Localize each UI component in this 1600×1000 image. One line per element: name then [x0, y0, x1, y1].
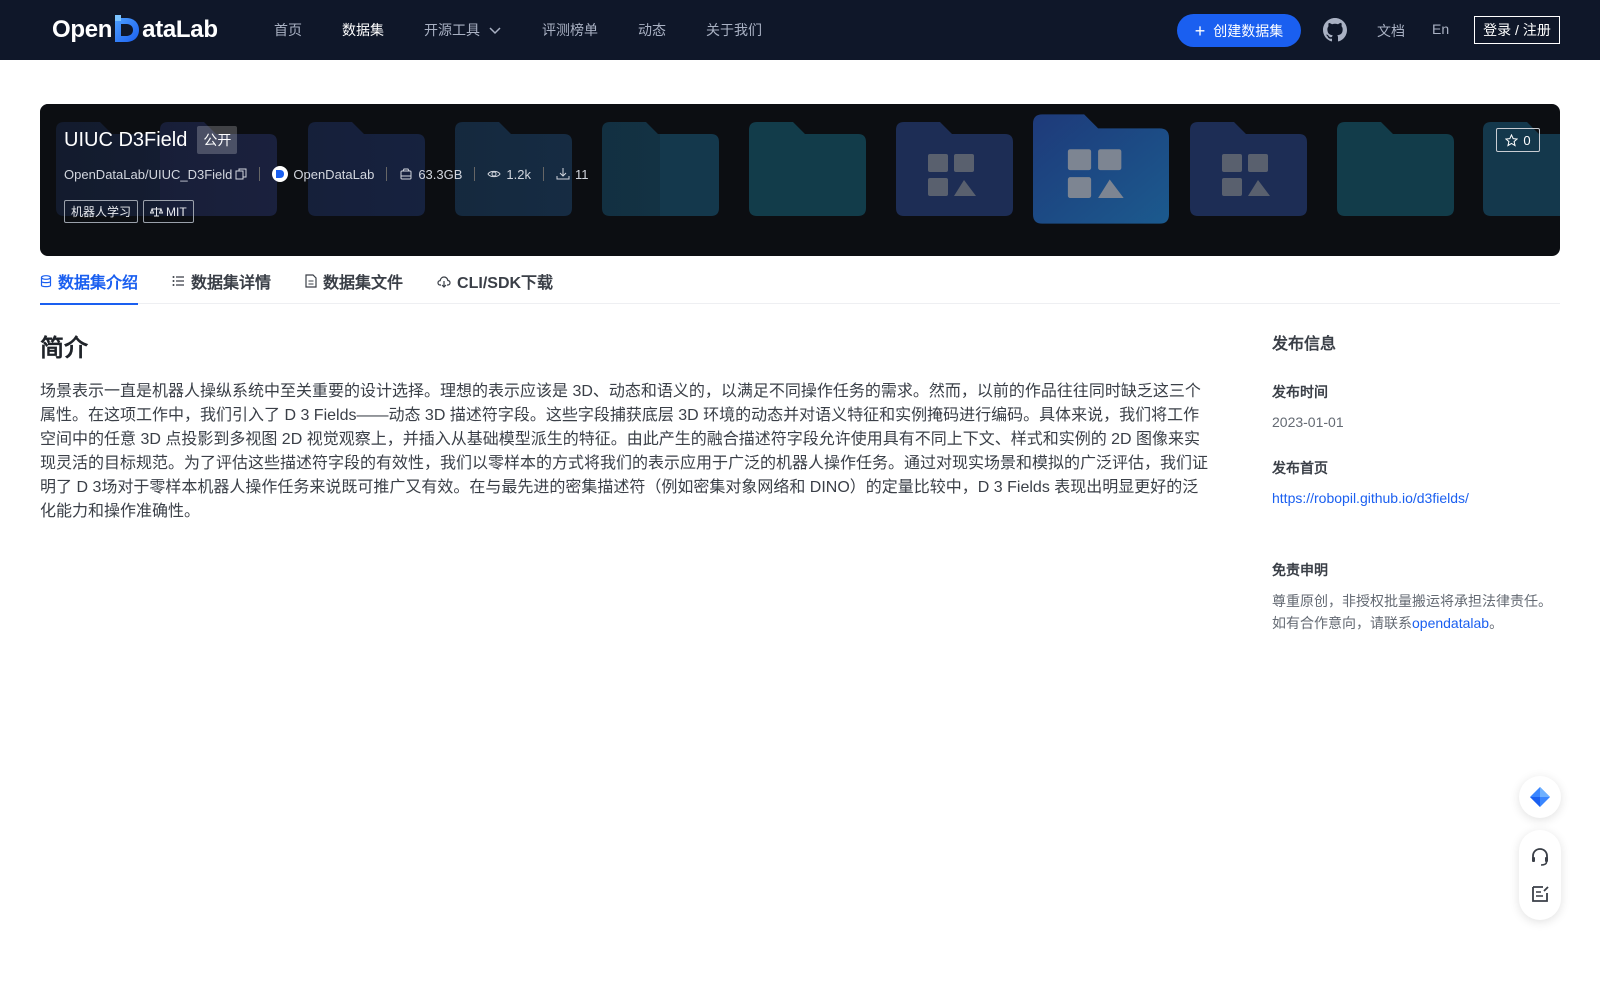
dataset-meta-row: OpenDataLab/UIUC_D3Field OpenDataLab 63.…: [64, 166, 589, 182]
main-nav: 首页 数据集 开源工具 评测榜单 动态 关于我们: [274, 0, 802, 60]
intro-heading: 简介: [40, 335, 88, 362]
star-count: 0: [1523, 132, 1531, 148]
tab-introduction[interactable]: 数据集介绍: [40, 258, 139, 305]
tab-cli-sdk[interactable]: CLI/SDK下载: [437, 258, 553, 304]
download-icon: [556, 168, 570, 180]
nav-label: 动态: [638, 22, 666, 38]
release-info-panel: 发布信息 发布时间 2023-01-01 发布首页 https://robopi…: [1272, 330, 1562, 634]
support-float-panel: [1519, 830, 1561, 920]
download-count: 11: [575, 166, 589, 182]
chevron-down-icon: [489, 27, 501, 35]
visibility-badge: 公开: [197, 126, 238, 154]
view-count: 1.2k: [506, 166, 531, 182]
nav-label: 开源工具: [424, 22, 480, 38]
logo-text-atalab: ataLab: [142, 16, 218, 43]
disclaimer-prefix: 如有合作意向，请联系: [1272, 615, 1412, 631]
file-icon: [305, 274, 317, 288]
disclaimer-line-1: 尊重原创，非授权批量搬运将承担法律责任。: [1272, 593, 1552, 609]
tab-label: 数据集详情: [191, 275, 272, 292]
support-button[interactable]: [1529, 846, 1551, 868]
list-icon: [172, 276, 185, 286]
nav-item-datasets[interactable]: 数据集: [342, 20, 384, 40]
dataset-path: OpenDataLab/UIUC_D3Field: [64, 166, 233, 182]
tab-label: 数据集介绍: [58, 275, 139, 292]
feishu-icon: [1530, 787, 1550, 807]
dataset-tags: 机器人学习 MIT: [64, 200, 199, 223]
star-icon: [1505, 133, 1519, 147]
opendatalab-org-icon: [276, 170, 285, 178]
logo-text-open: Open: [52, 16, 113, 43]
disclaimer-text: 尊重原创，非授权批量搬运将承担法律责任。 如有合作意向，请联系opendatal…: [1272, 590, 1562, 634]
feedback-button[interactable]: [1529, 883, 1551, 905]
tag-label: 机器人学习: [71, 205, 132, 219]
storage-icon: [400, 168, 412, 180]
nav-label: 评测榜单: [542, 22, 598, 38]
opendatalab-logo[interactable]: Open ataLab: [52, 14, 218, 46]
headset-icon: [1532, 847, 1548, 866]
login-register-button[interactable]: 登录 / 注册: [1474, 16, 1560, 44]
disclaimer-label: 免责申明: [1272, 562, 1328, 578]
nav-item-about[interactable]: 关于我们: [706, 20, 762, 40]
release-time-label: 发布时间: [1272, 384, 1328, 400]
top-navbar: Open ataLab 首页 数据集 开源工具 评测榜单 动态 关于我们 + 创…: [0, 0, 1600, 60]
org-avatar: [272, 166, 289, 182]
dataset-banner: UIUC D3Field 公开 OpenDataLab/UIUC_D3Field…: [40, 104, 1560, 256]
nav-label: 关于我们: [706, 22, 762, 38]
docs-link[interactable]: 文档: [1377, 21, 1405, 41]
language-switch[interactable]: En: [1432, 21, 1449, 37]
feishu-float-button[interactable]: [1519, 776, 1561, 818]
nav-item-news[interactable]: 动态: [638, 20, 666, 40]
tab-files[interactable]: 数据集文件: [305, 258, 403, 304]
database-icon: [40, 274, 52, 287]
scale-icon: [150, 207, 164, 217]
tag-license[interactable]: MIT: [143, 200, 194, 223]
dataset-tabs: 数据集介绍 数据集详情 数据集文件 CLI/SDK下载: [40, 258, 1560, 305]
nav-label: 数据集: [342, 22, 384, 38]
eye-icon: [487, 170, 501, 178]
folder-apps-icon: [1033, 114, 1169, 224]
org-name[interactable]: OpenDataLab: [293, 167, 374, 182]
disclaimer-suffix: 。: [1489, 615, 1504, 631]
divider: [259, 167, 261, 181]
contact-link[interactable]: opendatalab: [1412, 615, 1489, 631]
folder-apps-icon: [1190, 122, 1307, 216]
tab-label: CLI/SDK下载: [457, 275, 554, 292]
dataset-size: 63.3GB: [418, 166, 463, 182]
tag-task[interactable]: 机器人学习: [64, 200, 139, 223]
nav-item-home[interactable]: 首页: [274, 20, 302, 40]
release-home-link[interactable]: https://robopil.github.io/d3fields/: [1272, 490, 1469, 506]
create-dataset-button[interactable]: + 创建数据集: [1177, 14, 1301, 47]
release-info-heading: 发布信息: [1272, 336, 1337, 353]
divider: [543, 167, 544, 181]
cloud-download-icon: [437, 275, 451, 288]
dataset-name: UIUC D3Field: [64, 128, 188, 151]
github-icon[interactable]: [1323, 18, 1347, 42]
tag-label: MIT: [166, 204, 187, 219]
release-time-value: 2023-01-01: [1272, 414, 1344, 430]
disclaimer-line-2: 如有合作意向，请联系opendatalab。: [1272, 612, 1562, 634]
nav-item-leaderboard[interactable]: 评测榜单: [542, 20, 598, 40]
edit-note-icon: [1532, 885, 1549, 902]
divider: [474, 167, 476, 181]
folder-icon: [749, 122, 866, 216]
copy-icon[interactable]: [235, 168, 247, 180]
tab-details[interactable]: 数据集详情: [172, 258, 271, 304]
logo-d-mark-icon: [113, 15, 141, 45]
star-button[interactable]: 0: [1496, 128, 1540, 152]
tab-label: 数据集文件: [323, 275, 404, 292]
nav-label: 首页: [274, 22, 302, 38]
intro-body: 场景表示一直是机器人操纵系统中至关重要的设计选择。理想的表示应该是 3D、动态和…: [40, 383, 1209, 520]
folder-icon: [1337, 122, 1454, 216]
plus-icon: +: [1194, 20, 1206, 41]
folder-apps-icon: [896, 122, 1013, 216]
release-home-label: 发布首页: [1272, 460, 1328, 476]
dataset-title-row: UIUC D3Field 公开: [64, 126, 238, 154]
create-dataset-label: 创建数据集: [1213, 22, 1284, 39]
nav-item-open-tools[interactable]: 开源工具: [424, 20, 502, 40]
divider: [386, 167, 388, 181]
